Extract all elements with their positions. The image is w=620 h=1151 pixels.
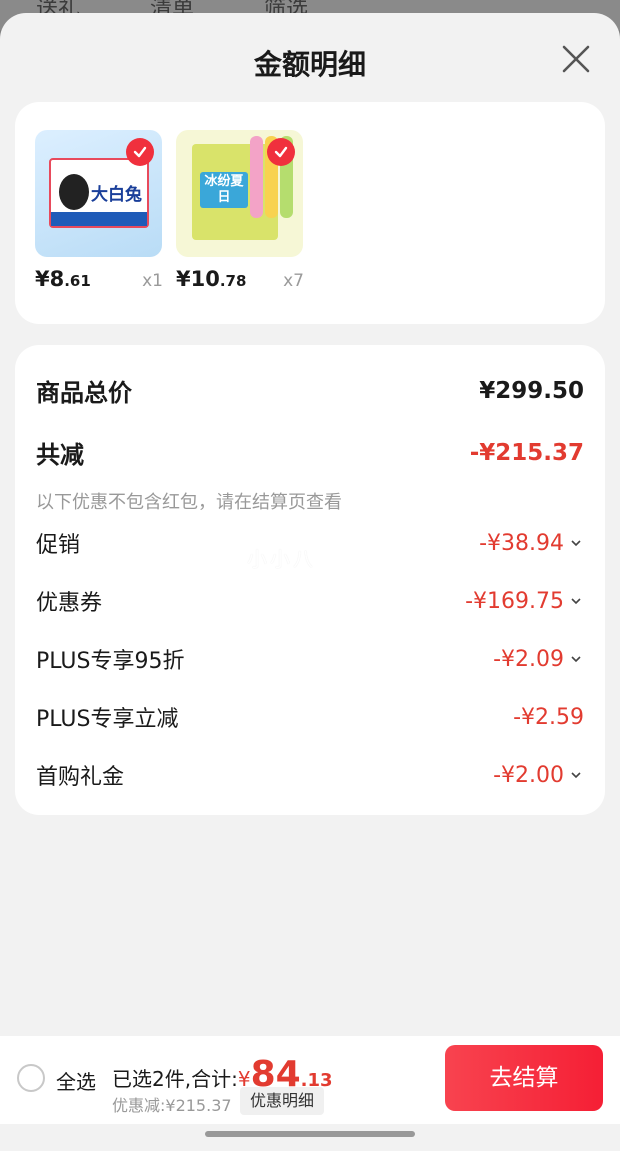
discount-row-coupon[interactable]: 优惠券 -¥169.75 bbox=[36, 585, 584, 617]
sheet-title: 金额明细 bbox=[253, 48, 366, 81]
total-price-row: 商品总价 ¥299.50 bbox=[36, 373, 584, 408]
select-all-radio[interactable] bbox=[17, 1064, 45, 1092]
selected-count-text: 已选2件,合计: bbox=[112, 1067, 238, 1091]
checkout-button[interactable]: 去结算 bbox=[445, 1045, 603, 1111]
discount-label: 首购礼金 bbox=[36, 765, 125, 790]
discount-label: 优惠券 bbox=[36, 591, 103, 616]
product-item[interactable]: 冰纷夏日 ¥10.78 x7 bbox=[176, 130, 304, 291]
total-reduction-row: 共减 -¥215.37 bbox=[36, 435, 584, 470]
discount-row-first-purchase[interactable]: 首购礼金 -¥2.00 bbox=[36, 759, 584, 791]
product-price: ¥10.78 bbox=[176, 267, 247, 291]
product-price: ¥8.61 bbox=[35, 267, 91, 291]
discount-value: -¥2.00 bbox=[493, 762, 564, 788]
rabbit-logo bbox=[59, 174, 89, 210]
total-integer: 84 bbox=[250, 1054, 301, 1095]
discount-row-plus-instant: PLUS专享立减 -¥2.59 bbox=[36, 701, 584, 733]
total-reduction-label: 共减 bbox=[36, 441, 84, 469]
product-image[interactable]: 大白兔 bbox=[35, 130, 162, 257]
product-item[interactable]: 大白兔 ¥8.61 x1 bbox=[35, 130, 163, 291]
product-quantity: x7 bbox=[283, 271, 304, 291]
checkout-bar: 全选 已选2件,合计: ¥ 84 .13 优惠减:¥215.37 优惠明细 去结… bbox=[0, 1036, 620, 1124]
discount-value: -¥2.59 bbox=[513, 704, 584, 730]
home-indicator bbox=[205, 1131, 415, 1137]
box-brand: 大白兔 bbox=[91, 185, 142, 205]
discount-value: -¥2.09 bbox=[493, 646, 564, 672]
selected-check-icon bbox=[267, 138, 295, 166]
discount-summary: 优惠减:¥215.37 bbox=[112, 1096, 232, 1115]
box-label: 冰纷夏日 bbox=[200, 172, 248, 208]
discount-value: -¥38.94 bbox=[479, 530, 564, 556]
discount-label: PLUS专享95折 bbox=[36, 649, 185, 674]
discount-label: PLUS专享立减 bbox=[36, 707, 179, 732]
product-quantity: x1 bbox=[142, 271, 163, 291]
watermark-text: 小小八 bbox=[247, 547, 316, 571]
products-card: 大白兔 ¥8.61 x1 冰纷夏日 ¥10.78 x7 bbox=[15, 102, 605, 324]
close-icon bbox=[562, 45, 590, 73]
select-all-label[interactable]: 全选 bbox=[56, 1066, 96, 1095]
selected-check-icon bbox=[126, 138, 154, 166]
discount-detail-button[interactable]: 优惠明细 bbox=[240, 1087, 325, 1115]
amount-detail-sheet: 金额明细 大白兔 ¥8.61 x1 冰纷夏日 ¥10.78 x7 商品总价 ¥2… bbox=[0, 13, 620, 1151]
discount-note: 以下优惠不包含红包，请在结算页查看 bbox=[36, 492, 342, 513]
summary-card: 商品总价 ¥299.50 共减 -¥215.37 以下优惠不包含红包，请在结算页… bbox=[15, 345, 605, 815]
chevron-down-icon bbox=[571, 656, 581, 663]
chevron-down-icon bbox=[571, 598, 581, 605]
product-image[interactable]: 冰纷夏日 bbox=[176, 130, 303, 257]
discount-row-plus-95[interactable]: PLUS专享95折 -¥2.09 bbox=[36, 643, 584, 675]
discount-value: -¥169.75 bbox=[465, 588, 564, 614]
total-price-label: 商品总价 bbox=[36, 379, 132, 407]
chevron-down-icon bbox=[571, 540, 581, 547]
total-reduction-value: -¥215.37 bbox=[469, 439, 584, 466]
close-button[interactable] bbox=[558, 41, 594, 77]
chevron-down-icon bbox=[571, 772, 581, 779]
total-price-value: ¥299.50 bbox=[479, 377, 584, 404]
ice-cream-box-illustration: 大白兔 bbox=[49, 158, 149, 228]
discount-label: 促销 bbox=[36, 533, 81, 558]
